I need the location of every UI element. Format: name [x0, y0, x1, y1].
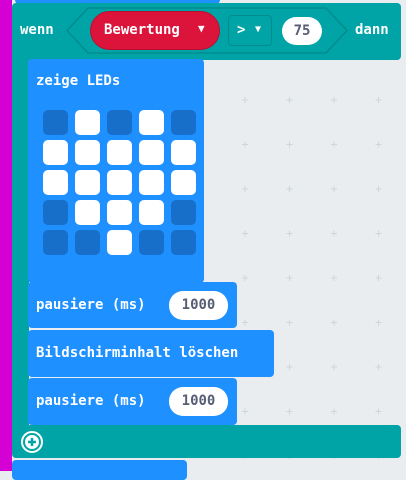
pause-block[interactable]: pausiere (ms) 1000 — [28, 378, 237, 425]
led-cell[interactable] — [75, 170, 100, 195]
led-cell[interactable] — [43, 170, 68, 195]
led-cell[interactable] — [43, 200, 68, 225]
led-cell[interactable] — [107, 110, 132, 135]
variable-dropdown[interactable]: Bewertung ▼ — [90, 11, 220, 50]
compare-value-input[interactable]: 75 — [282, 17, 322, 45]
clear-screen-block[interactable]: Bildschirminhalt löschen — [28, 330, 274, 377]
led-cell[interactable] — [107, 170, 132, 195]
led-cell[interactable] — [75, 230, 100, 255]
led-cell[interactable] — [75, 110, 100, 135]
chevron-down-icon: ▼ — [198, 22, 205, 35]
pause-value-input[interactable]: 1000 — [169, 387, 228, 416]
led-cell[interactable] — [107, 140, 132, 165]
pause-block[interactable]: pausiere (ms) 1000 — [28, 282, 237, 328]
led-cell[interactable] — [43, 140, 68, 165]
led-cell[interactable] — [171, 200, 196, 225]
led-cell[interactable] — [171, 110, 196, 135]
led-cell[interactable] — [171, 230, 196, 255]
led-cell[interactable] — [139, 200, 164, 225]
plus-circle-icon[interactable] — [20, 430, 44, 454]
led-cell[interactable] — [139, 140, 164, 165]
led-cell[interactable] — [75, 200, 100, 225]
then-keyword: dann — [355, 22, 389, 38]
led-cell[interactable] — [171, 170, 196, 195]
led-cell[interactable] — [43, 230, 68, 255]
led-cell[interactable] — [139, 170, 164, 195]
show-leds-label: zeige LEDs — [36, 73, 121, 89]
led-cell[interactable] — [107, 200, 132, 225]
next-block[interactable] — [12, 460, 187, 480]
led-cell[interactable] — [139, 110, 164, 135]
led-cell[interactable] — [171, 140, 196, 165]
category-strip — [0, 0, 12, 471]
led-cell[interactable] — [107, 230, 132, 255]
show-leds-block[interactable]: zeige LEDs — [28, 59, 204, 283]
operator-dropdown[interactable]: > ▼ — [228, 15, 272, 46]
chevron-down-icon: ▼ — [255, 24, 262, 35]
pause-value-input[interactable]: 1000 — [169, 291, 228, 320]
led-cell[interactable] — [43, 110, 68, 135]
if-keyword: wenn — [20, 22, 54, 38]
led-cell[interactable] — [75, 140, 100, 165]
led-cell[interactable] — [139, 230, 164, 255]
